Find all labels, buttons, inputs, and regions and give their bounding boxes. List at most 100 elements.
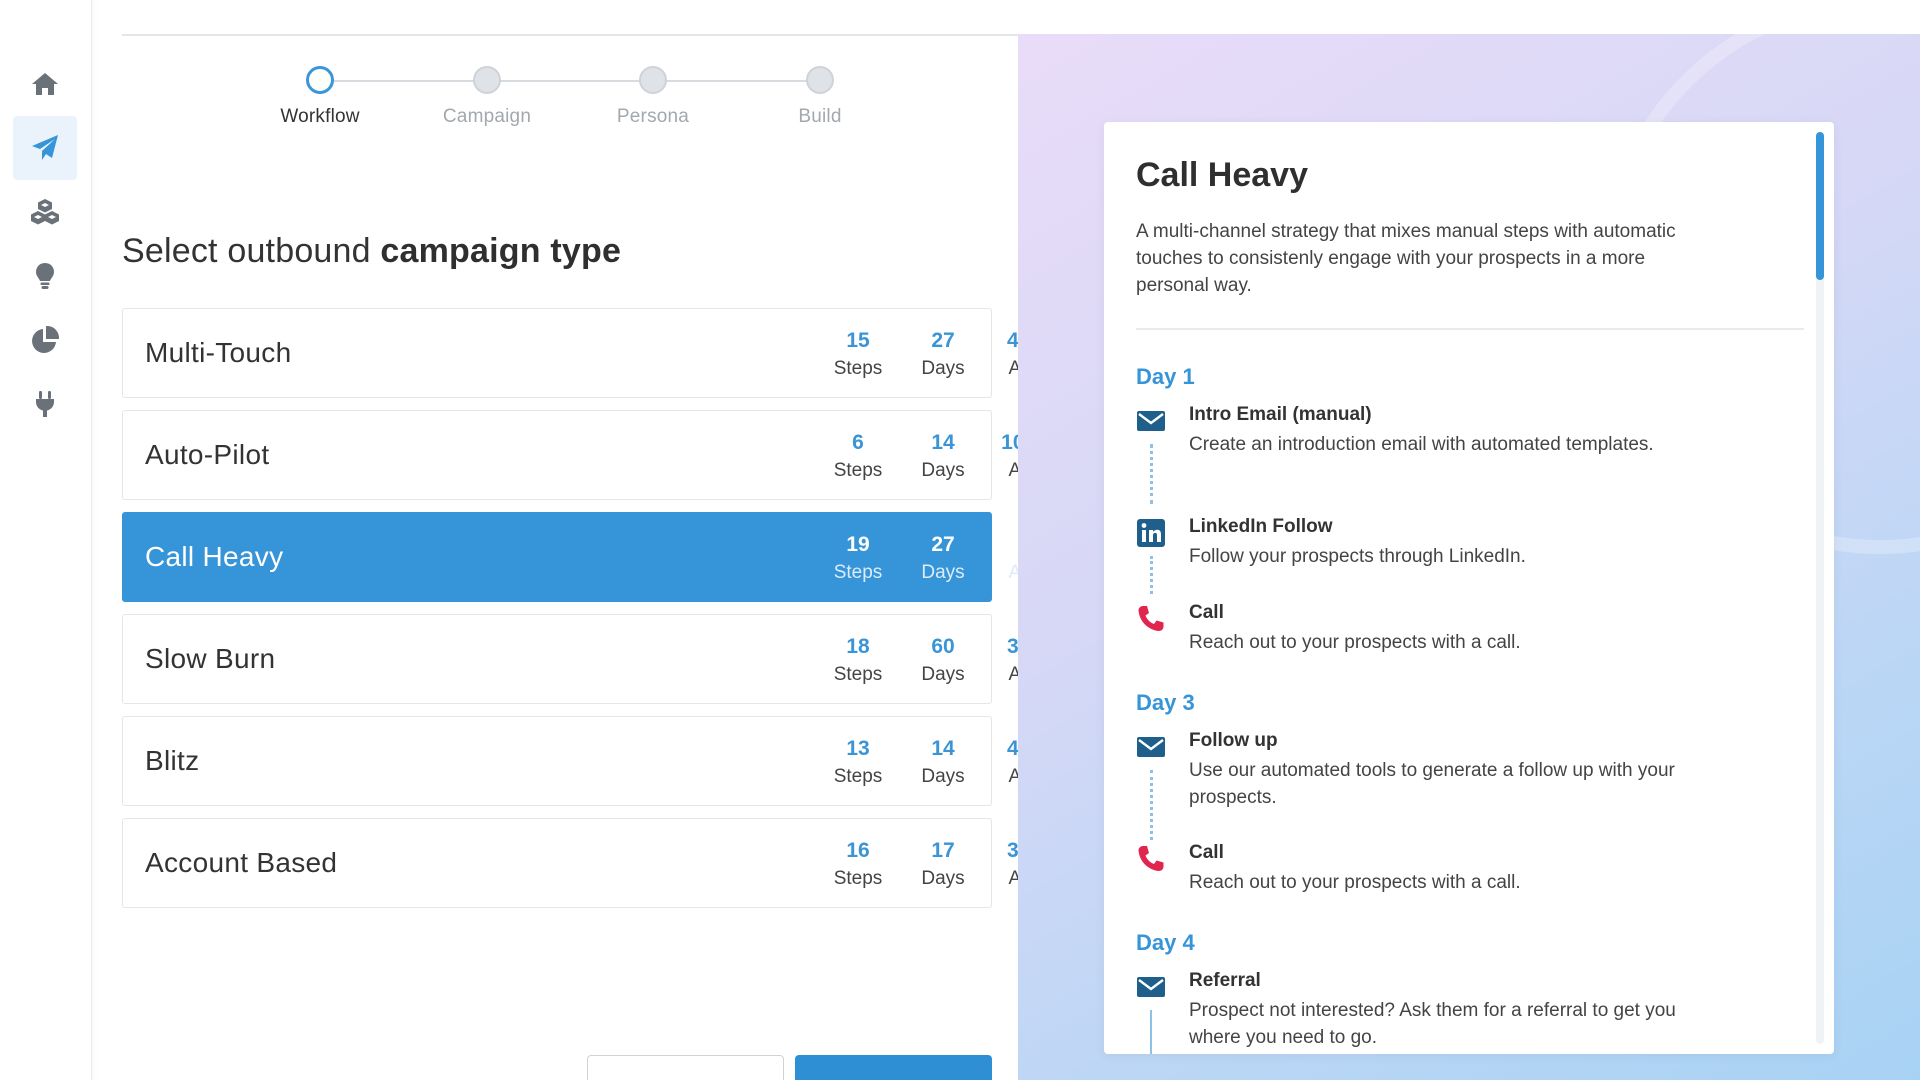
plug-icon: [36, 391, 54, 417]
touch-description: Reach out to your prospects with a call.: [1189, 632, 1521, 653]
steps-stat: 18 Steps: [813, 633, 903, 689]
sidebar-item-analytics[interactable]: [13, 308, 77, 372]
step-dot: [639, 66, 667, 94]
days-unit: Days: [921, 664, 965, 685]
step-campaign[interactable]: Campaign: [417, 66, 557, 128]
timeline-connector: [1150, 444, 1153, 504]
steps-count: 13: [846, 737, 870, 760]
pie-chart-icon: [32, 325, 60, 353]
steps-stat: 6 Steps: [813, 429, 903, 485]
step-dot: [806, 66, 834, 94]
touch-description: Follow your prospects through LinkedIn.: [1189, 546, 1526, 567]
preview-description: A multi-channel strategy that mixes manu…: [1136, 221, 1676, 296]
days-unit: Days: [921, 358, 965, 379]
envelope-icon: [1136, 732, 1166, 762]
campaign-option-blitz[interactable]: Blitz 13Steps 14Days 46%Auto: [122, 716, 1049, 806]
envelope-icon: [1136, 406, 1166, 436]
days-count: 14: [931, 737, 955, 760]
campaign-name: Account Based: [145, 847, 338, 878]
step-build[interactable]: Build: [750, 66, 890, 128]
campaign-name: Blitz: [145, 745, 200, 776]
steps-unit: Steps: [833, 460, 883, 481]
campaign-name: Multi-Touch: [145, 337, 292, 368]
step-label: Workflow: [280, 106, 360, 127]
step-label: Campaign: [442, 106, 532, 127]
day-label: Day 4: [1136, 930, 1195, 955]
days-stat: 17 Days: [898, 837, 988, 893]
step-label: Build: [798, 106, 842, 127]
campaign-type-list: Multi-Touch 15Steps 27Days 40%Auto Auto-…: [122, 308, 1055, 920]
campaign-option-account-based[interactable]: Account Based 16Steps 17Days 32%Auto: [122, 818, 1049, 908]
touch-title: Call: [1189, 602, 1224, 623]
steps-unit: Steps: [833, 868, 883, 889]
campaign-name: Call Heavy: [145, 541, 284, 572]
campaign-preview-card: Call Heavy A multi-channel strategy that…: [1104, 122, 1834, 1054]
days-count: 17: [931, 839, 955, 862]
touch-description: Create an introduction email with automa…: [1189, 434, 1654, 455]
steps-stat: 15 Steps: [813, 327, 903, 383]
stepper-track: [315, 80, 815, 82]
days-stat: 14 Days: [898, 735, 988, 791]
page-title-bold: campaign type: [380, 232, 622, 270]
campaign-option-auto-pilot[interactable]: Auto-Pilot 6Steps 14Days 100%Auto: [122, 410, 1055, 500]
phone-icon: [1136, 844, 1166, 874]
days-count: 27: [931, 329, 955, 352]
steps-stat: 16 Steps: [813, 837, 903, 893]
step-workflow[interactable]: Workflow: [250, 66, 390, 128]
sidebar-item-home[interactable]: [13, 52, 77, 116]
campaign-name: Auto-Pilot: [145, 439, 270, 470]
touch-title: Referral: [1189, 970, 1261, 991]
steps-count: 15: [846, 329, 870, 352]
paper-plane-icon: [32, 135, 58, 160]
touch-title: Intro Email (manual): [1189, 404, 1372, 425]
days-unit: Days: [921, 868, 965, 889]
day-label: Day 3: [1136, 690, 1195, 715]
preview-scrollbar-thumb[interactable]: [1816, 132, 1824, 280]
days-count: 14: [931, 431, 955, 454]
touch-description: Reach out to your prospects with a call.: [1189, 872, 1521, 893]
timeline-connector: [1150, 556, 1153, 594]
sidebar-item-integrations[interactable]: [13, 372, 77, 436]
timeline-connector: [1150, 770, 1153, 840]
step-persona[interactable]: Persona: [583, 66, 723, 128]
touch-description: Prospect not interested? Ask them for a …: [1189, 1000, 1676, 1048]
campaign-option-call-heavy[interactable]: Call Heavy 19Steps 27Days 32%Auto: [122, 512, 1049, 602]
campaign-option-slow-burn[interactable]: Slow Burn 18Steps 60Days 34%Auto: [122, 614, 1049, 704]
day-label: Day 1: [1136, 364, 1195, 389]
sidebar-item-ideas[interactable]: [13, 244, 77, 308]
sidebar: [0, 0, 92, 1080]
days-unit: Days: [921, 766, 965, 787]
home-icon: [32, 73, 58, 95]
linkedin-icon: [1136, 518, 1166, 548]
wizard-stepper: Workflow Campaign Persona Build: [250, 66, 920, 136]
envelope-icon: [1136, 972, 1166, 1002]
steps-unit: Steps: [833, 358, 883, 379]
campaign-name: Slow Burn: [145, 643, 276, 674]
sidebar-item-campaigns[interactable]: [13, 116, 77, 180]
step-dot: [306, 66, 334, 94]
preview-divider: [1136, 328, 1804, 330]
touch-description: Use our automated tools to generate a fo…: [1189, 760, 1675, 808]
days-unit: Days: [921, 460, 965, 481]
campaign-option-multi-touch[interactable]: Multi-Touch 15Steps 27Days 40%Auto: [122, 308, 1049, 398]
days-unit: Days: [921, 562, 965, 583]
timeline-connector: [1150, 1010, 1152, 1054]
steps-count: 6: [852, 431, 864, 454]
steps-stat: 19 Steps: [813, 531, 903, 587]
steps-count: 19: [846, 533, 870, 556]
touch-title: Call: [1189, 842, 1224, 863]
top-divider: [122, 34, 1020, 36]
cubes-icon: [31, 199, 59, 225]
back-button[interactable]: [587, 1055, 784, 1080]
step-dot: [473, 66, 501, 94]
steps-unit: Steps: [833, 664, 883, 685]
days-count: 27: [931, 533, 955, 556]
sidebar-item-products[interactable]: [13, 180, 77, 244]
steps-count: 16: [846, 839, 870, 862]
page-title-prefix: Select outbound: [122, 232, 381, 270]
step-label: Persona: [616, 106, 690, 127]
days-count: 60: [931, 635, 955, 658]
next-button[interactable]: [795, 1055, 992, 1080]
days-stat: 27 Days: [898, 531, 988, 587]
touch-title: Follow up: [1189, 730, 1278, 751]
